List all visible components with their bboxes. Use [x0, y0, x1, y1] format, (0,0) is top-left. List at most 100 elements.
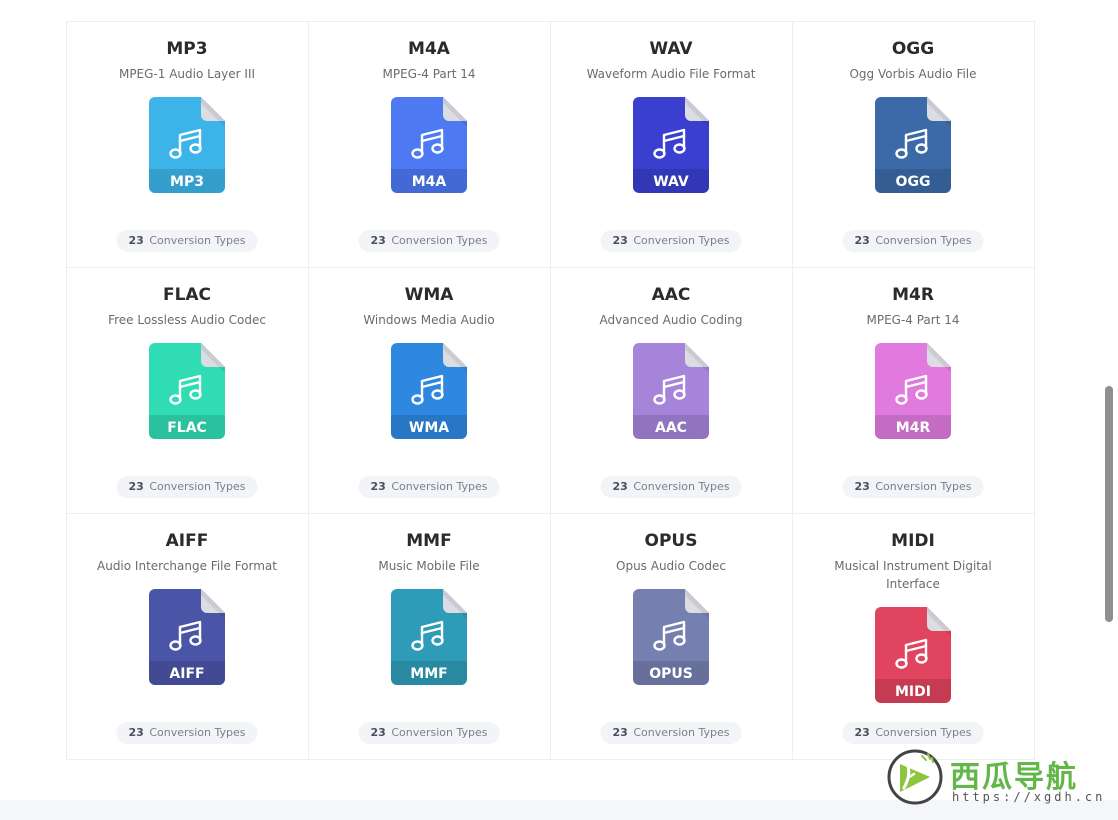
- watermark: 西瓜导航 https://xgdh.cn: [886, 748, 1110, 810]
- format-card-wav[interactable]: WAV Waveform Audio File Format WAV 23 Co…: [549, 20, 793, 268]
- file-type-label: FLAC: [167, 420, 207, 436]
- format-title: WMA: [404, 284, 454, 305]
- conversion-types-label: Conversion Types: [391, 233, 488, 247]
- conversion-count: 23: [854, 233, 870, 247]
- music-file-icon: WMA: [391, 342, 467, 439]
- conversion-count: 23: [854, 725, 870, 739]
- conversion-types-label: Conversion Types: [149, 725, 246, 739]
- music-file-icon: M4R: [875, 342, 951, 439]
- file-type-label: MIDI: [895, 684, 931, 700]
- format-title: MIDI: [891, 530, 935, 551]
- conversion-count: 23: [370, 725, 386, 739]
- conversion-types-badge: 23 Conversion Types: [116, 721, 258, 744]
- music-file-icon: FLAC: [149, 342, 225, 439]
- conversion-count: 23: [612, 725, 628, 739]
- format-card-mp3[interactable]: MP3 MPEG-1 Audio Layer III MP3 23 Conver…: [65, 20, 309, 268]
- format-title: M4R: [892, 284, 934, 305]
- conversion-count: 23: [612, 233, 628, 247]
- file-type-label: OPUS: [649, 666, 693, 682]
- conversion-count: 23: [612, 479, 628, 493]
- format-card-aiff[interactable]: AIFF Audio Interchange File Format AIFF …: [65, 512, 309, 760]
- music-file-icon: AAC: [633, 342, 709, 439]
- format-description: Opus Audio Codec: [616, 558, 726, 573]
- conversion-count: 23: [854, 479, 870, 493]
- format-description: Waveform Audio File Format: [586, 66, 756, 81]
- file-type-label: M4R: [896, 420, 931, 436]
- conversion-types-badge: 23 Conversion Types: [116, 229, 258, 252]
- conversion-types-label: Conversion Types: [875, 233, 972, 247]
- conversion-types-label: Conversion Types: [149, 233, 246, 247]
- file-type-label: AIFF: [169, 666, 204, 682]
- conversion-types-label: Conversion Types: [875, 479, 972, 493]
- file-type-label: AAC: [655, 420, 687, 436]
- conversion-types-label: Conversion Types: [875, 725, 972, 739]
- format-description: Ogg Vorbis Audio File: [849, 66, 977, 81]
- conversion-types-badge: 23 Conversion Types: [358, 721, 500, 744]
- format-description: Music Mobile File: [378, 558, 480, 573]
- format-title: WAV: [649, 38, 693, 59]
- conversion-types-badge: 23 Conversion Types: [842, 721, 984, 744]
- format-description: Audio Interchange File Format: [97, 558, 277, 573]
- format-description: Advanced Audio Coding: [599, 312, 743, 327]
- file-type-label: WAV: [653, 174, 689, 190]
- format-card-m4r[interactable]: M4R MPEG-4 Part 14 M4R 23 Conversion Typ…: [791, 266, 1035, 514]
- page-viewport: MP3 MPEG-1 Audio Layer III MP3 23 Conver…: [0, 0, 1118, 820]
- conversion-types-badge: 23 Conversion Types: [842, 475, 984, 498]
- format-card-ogg[interactable]: OGG Ogg Vorbis Audio File OGG 23 Convers…: [791, 20, 1035, 268]
- conversion-count: 23: [128, 233, 144, 247]
- file-type-label: WMA: [409, 420, 449, 436]
- music-file-icon: MIDI: [875, 606, 951, 703]
- format-title: OPUS: [644, 530, 698, 551]
- format-description: Free Lossless Audio Codec: [108, 312, 266, 327]
- music-file-icon: WAV: [633, 96, 709, 193]
- format-description: Musical Instrument Digital Interface: [834, 558, 992, 591]
- audio-format-grid: MP3 MPEG-1 Audio Layer III MP3 23 Conver…: [65, 20, 1036, 760]
- conversion-types-badge: 23 Conversion Types: [600, 721, 742, 744]
- music-file-icon: M4A: [391, 96, 467, 193]
- conversion-count: 23: [128, 479, 144, 493]
- music-file-icon: AIFF: [149, 588, 225, 685]
- format-title: OGG: [891, 38, 935, 59]
- format-card-m4a[interactable]: M4A MPEG-4 Part 14 M4A 23 Conversion Typ…: [307, 20, 551, 268]
- conversion-types-label: Conversion Types: [633, 725, 730, 739]
- conversion-types-label: Conversion Types: [633, 479, 730, 493]
- format-title: FLAC: [162, 284, 212, 305]
- format-card-mmf[interactable]: MMF Music Mobile File MMF 23 Conversion …: [307, 512, 551, 760]
- watermark-url: https://xgdh.cn: [952, 790, 1106, 804]
- conversion-types-badge: 23 Conversion Types: [600, 229, 742, 252]
- format-title: AIFF: [165, 530, 209, 551]
- format-description: MPEG-4 Part 14: [382, 66, 476, 81]
- file-type-label: MP3: [170, 174, 204, 190]
- conversion-types-label: Conversion Types: [633, 233, 730, 247]
- scrollbar-thumb[interactable]: [1105, 386, 1113, 622]
- format-title: M4A: [408, 38, 450, 59]
- format-card-opus[interactable]: OPUS Opus Audio Codec OPUS 23 Conversion…: [549, 512, 793, 760]
- watermelon-logo-icon: [887, 749, 943, 805]
- format-description: Windows Media Audio: [363, 312, 495, 327]
- conversion-count: 23: [370, 233, 386, 247]
- conversion-count: 23: [128, 725, 144, 739]
- file-type-label: M4A: [412, 174, 447, 190]
- conversion-types-badge: 23 Conversion Types: [358, 229, 500, 252]
- music-file-icon: MMF: [391, 588, 467, 685]
- conversion-types-badge: 23 Conversion Types: [842, 229, 984, 252]
- conversion-types-badge: 23 Conversion Types: [600, 475, 742, 498]
- format-description: MPEG-4 Part 14: [866, 312, 960, 327]
- music-file-icon: MP3: [149, 96, 225, 193]
- format-card-wma[interactable]: WMA Windows Media Audio WMA 23 Conversio…: [307, 266, 551, 514]
- format-card-aac[interactable]: AAC Advanced Audio Coding AAC 23 Convers…: [549, 266, 793, 514]
- format-card-midi[interactable]: MIDI Musical Instrument Digital Interfac…: [791, 512, 1035, 760]
- conversion-types-label: Conversion Types: [149, 479, 246, 493]
- music-file-icon: OPUS: [633, 588, 709, 685]
- page-scrollbar[interactable]: [1105, 0, 1116, 820]
- format-card-flac[interactable]: FLAC Free Lossless Audio Codec FLAC 23 C…: [65, 266, 309, 514]
- music-file-icon: OGG: [875, 96, 951, 193]
- conversion-count: 23: [370, 479, 386, 493]
- format-title: MMF: [406, 530, 452, 551]
- format-title: MP3: [166, 38, 208, 59]
- conversion-types-badge: 23 Conversion Types: [358, 475, 500, 498]
- format-description: MPEG-1 Audio Layer III: [118, 66, 256, 81]
- conversion-types-label: Conversion Types: [391, 479, 488, 493]
- file-type-label: MMF: [410, 666, 447, 682]
- format-title: AAC: [651, 284, 691, 305]
